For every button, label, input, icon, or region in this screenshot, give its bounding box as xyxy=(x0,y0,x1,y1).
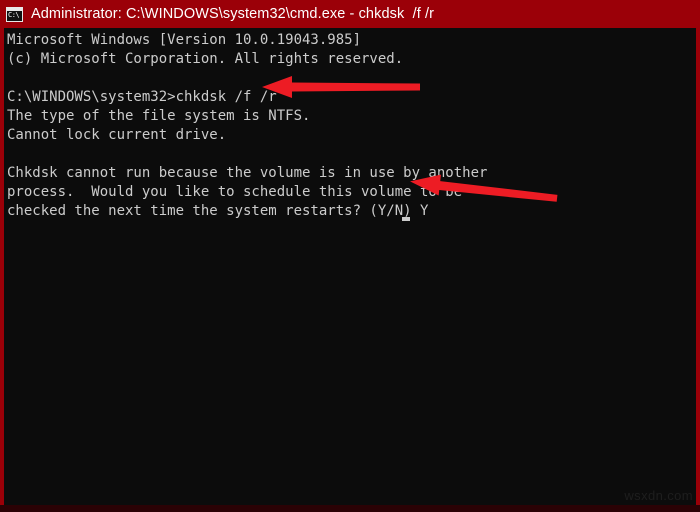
watermark: wsxdn.com xyxy=(624,488,693,503)
cmd-icon-prompt-glyph: C:\ xyxy=(8,11,20,19)
title-bar[interactable]: C:\ Administrator: C:\WINDOWS\system32\c… xyxy=(0,0,700,28)
text-cursor xyxy=(402,217,410,221)
terminal-output-area[interactable]: Microsoft Windows [Version 10.0.19043.98… xyxy=(4,28,696,505)
cmd-icon: C:\ xyxy=(6,7,23,22)
console-text: Microsoft Windows [Version 10.0.19043.98… xyxy=(7,32,488,219)
window-bottom-border xyxy=(0,505,700,512)
command-prompt-window: C:\ Administrator: C:\WINDOWS\system32\c… xyxy=(0,0,700,512)
window-title: Administrator: C:\WINDOWS\system32\cmd.e… xyxy=(31,6,435,22)
